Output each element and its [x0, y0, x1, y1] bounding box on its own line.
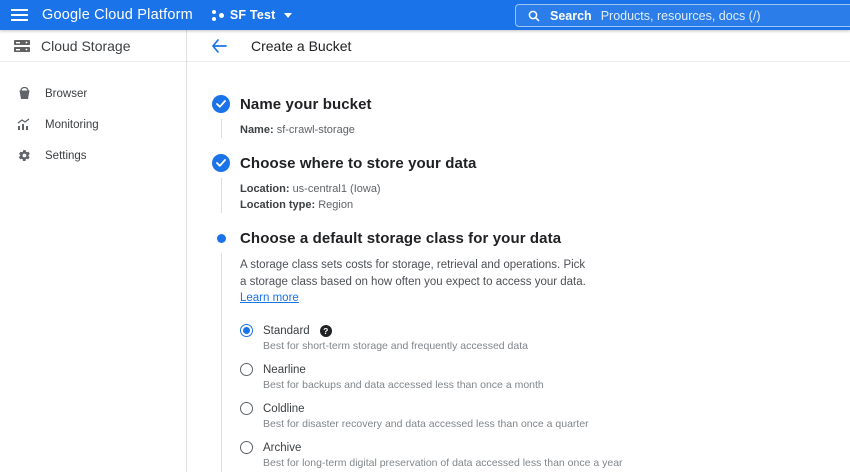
sidebar-item-label: Monitoring	[45, 119, 99, 131]
step-connector-line	[221, 119, 222, 138]
step-rail	[212, 154, 230, 213]
step-active-icon	[217, 234, 226, 243]
sidebar-item-label: Browser	[45, 88, 87, 100]
step-complete-icon	[212, 154, 230, 172]
step-title[interactable]: Name your bucket	[240, 96, 372, 113]
back-arrow-icon[interactable]	[209, 36, 229, 56]
step-connector-line	[221, 178, 222, 213]
step-rail	[212, 95, 230, 138]
create-bucket-stepper: Name your bucket Name: sf-crawl-storage	[187, 62, 850, 472]
option-description: Best for disaster recovery and data acce…	[263, 418, 623, 430]
radio-coldline[interactable]: Coldline	[240, 402, 623, 415]
step-name-your-bucket: Name your bucket Name: sf-crawl-storage	[212, 95, 850, 138]
sidebar: Cloud Storage Browser Monitoring Setting…	[0, 30, 187, 472]
option-description: Best for long-term digital preservation …	[263, 457, 623, 469]
radio-archive[interactable]: Archive	[240, 441, 623, 454]
radio-standard[interactable]: Standard ?	[240, 324, 623, 337]
search-input[interactable]: Search Products, resources, docs (/)	[515, 4, 850, 27]
step-rail	[212, 229, 230, 472]
search-icon	[528, 10, 540, 22]
project-selector[interactable]: SF Test	[211, 8, 292, 22]
sidebar-item-label: Settings	[45, 150, 87, 162]
main-panel: Create a Bucket Name your bucket Name:	[187, 30, 850, 472]
option-description: Best for short-term storage and frequent…	[263, 340, 623, 352]
radio-nearline[interactable]: Nearline	[240, 363, 623, 376]
help-icon[interactable]: ?	[320, 325, 332, 337]
step-storage-class: Choose a default storage class for your …	[212, 229, 850, 472]
hamburger-menu-icon[interactable]	[0, 0, 38, 30]
field-location: Location: us-central1 (Iowa)	[240, 181, 476, 197]
learn-more-link[interactable]: Learn more	[240, 292, 299, 304]
page-title: Create a Bucket	[251, 38, 351, 54]
field-bucket-name: Name: sf-crawl-storage	[240, 122, 372, 138]
option-description: Best for backups and data accessed less …	[263, 379, 623, 391]
project-name: SF Test	[230, 8, 276, 22]
radio-button[interactable]	[240, 402, 253, 415]
step-complete-icon	[212, 95, 230, 113]
sidebar-item-monitoring[interactable]: Monitoring	[0, 109, 186, 140]
field-location-type: Location type: Region	[240, 197, 476, 213]
step-title[interactable]: Choose where to store your data	[240, 155, 476, 172]
sidebar-item-settings[interactable]: Settings	[0, 140, 186, 171]
sidebar-header: Cloud Storage	[0, 30, 186, 62]
search-placeholder: Products, resources, docs (/)	[601, 9, 761, 23]
page-header: Create a Bucket	[187, 30, 850, 62]
option-standard: Standard ? Best for short-term storage a…	[240, 324, 623, 352]
sidebar-nav: Browser Monitoring Settings	[0, 62, 186, 171]
top-app-bar: Google Cloud Platform SF Test Search Pro…	[0, 0, 850, 30]
radio-button-selected[interactable]	[240, 324, 253, 337]
sidebar-title: Cloud Storage	[41, 38, 131, 54]
option-archive: Archive Best for long-term digital prese…	[240, 441, 623, 469]
project-icon	[211, 9, 224, 22]
radio-button[interactable]	[240, 363, 253, 376]
step-connector-line	[221, 253, 222, 472]
step-choose-location: Choose where to store your data Location…	[212, 154, 850, 213]
storage-class-options: Standard ? Best for short-term storage a…	[240, 324, 623, 469]
option-coldline: Coldline Best for disaster recovery and …	[240, 402, 623, 430]
radio-button[interactable]	[240, 441, 253, 454]
bucket-icon	[16, 87, 32, 100]
chart-icon	[16, 118, 32, 131]
step-description: A storage class sets costs for storage, …	[240, 257, 592, 307]
step-title[interactable]: Choose a default storage class for your …	[240, 230, 623, 247]
dropdown-arrow-icon	[284, 13, 292, 18]
gear-icon	[16, 149, 32, 162]
app-title: Google Cloud Platform	[42, 7, 193, 23]
cloud-storage-icon	[13, 38, 31, 54]
sidebar-item-browser[interactable]: Browser	[0, 78, 186, 109]
option-nearline: Nearline Best for backups and data acces…	[240, 363, 623, 391]
search-label: Search	[550, 9, 592, 23]
